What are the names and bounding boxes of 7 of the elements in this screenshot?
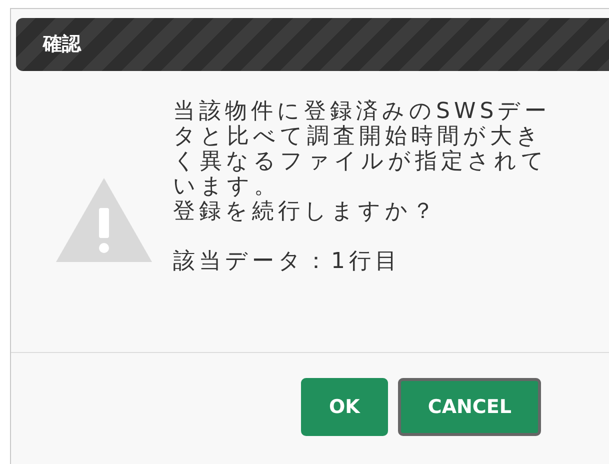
dialog-title: 確認 (43, 33, 81, 56)
warning-icon (56, 178, 152, 262)
message-text: 該当データ：1行目 (173, 249, 402, 274)
ok-button[interactable]: OK (301, 378, 388, 436)
message-text: 登録を続行しますか？ (173, 199, 439, 224)
cancel-button[interactable]: CANCEL (398, 378, 542, 436)
message-text: 当該物件に登録済みのSWSデータと比べて調査開始時間が大きく異なるファイルが指定されています。 (173, 99, 552, 199)
